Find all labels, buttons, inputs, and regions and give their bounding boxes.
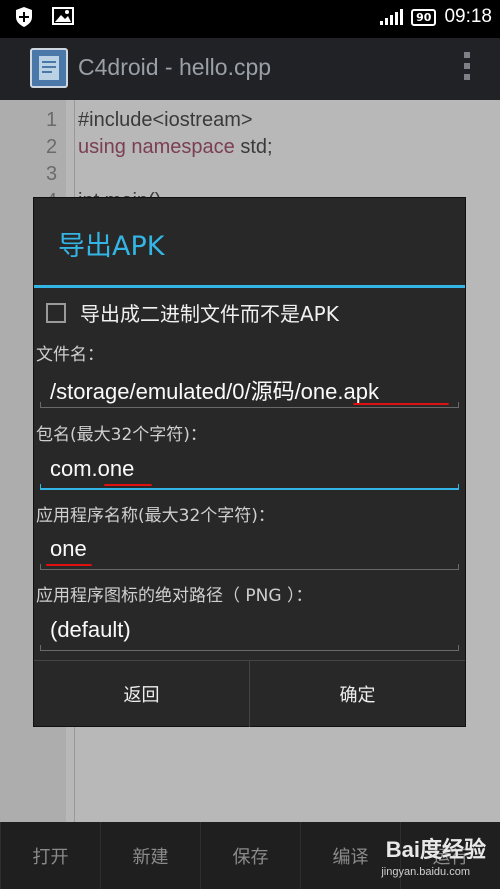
export-apk-dialog: 导出APK 导出成二进制文件而不是APK 文件名： /storage/emula…: [34, 198, 465, 727]
back-button[interactable]: 返回: [34, 661, 249, 727]
filename-field[interactable]: /storage/emulated/0/源码/one.apk: [40, 368, 459, 408]
clock: 09:18: [444, 6, 492, 27]
app-title: C4droid - hello.cpp: [78, 54, 272, 80]
status-bar: 90 09:18: [0, 0, 500, 38]
app-name-field[interactable]: one: [40, 530, 459, 570]
app-name-label: 应用程序名称(最大32个字符)：: [36, 506, 275, 526]
image-icon: [52, 6, 74, 32]
action-bar: C4droid - hello.cpp: [0, 38, 500, 100]
overflow-menu-icon[interactable]: [464, 52, 470, 80]
dialog-button-bar: 返回 确定: [34, 660, 465, 727]
annotation-underline: [104, 484, 152, 486]
code-line: 2 using namespace std;: [46, 136, 273, 158]
export-binary-label: 导出成二进制文件而不是APK: [80, 302, 339, 326]
dialog-title: 导出APK: [58, 231, 165, 262]
battery-icon: 90: [411, 8, 437, 26]
watermark-logo: Bai度经验: [385, 837, 486, 862]
package-field[interactable]: com.one: [40, 450, 459, 490]
signal-icon: [380, 9, 404, 25]
code-line: 1 #include<iostream>: [46, 109, 253, 131]
export-binary-option[interactable]: 导出成二进制文件而不是APK: [46, 298, 339, 327]
filename-label: 文件名：: [36, 345, 104, 365]
package-label: 包名(最大32个字符)：: [36, 425, 207, 445]
save-button[interactable]: 保存: [200, 822, 300, 889]
watermark-url: jingyan.baidu.com: [381, 866, 470, 878]
icon-path-field[interactable]: (default): [40, 611, 459, 651]
annotation-underline: [46, 564, 92, 566]
icon-path-label: 应用程序图标的绝对路径（ PNG ）：: [36, 586, 313, 606]
shield-plus-icon: [14, 6, 34, 32]
open-button[interactable]: 打开: [0, 822, 100, 889]
export-binary-checkbox[interactable]: [46, 302, 66, 323]
title-divider: [34, 285, 465, 288]
new-button[interactable]: 新建: [100, 822, 200, 889]
confirm-button[interactable]: 确定: [249, 661, 465, 727]
annotation-underline: [353, 403, 449, 405]
app-icon: [30, 48, 68, 88]
code-line: 3: [46, 163, 58, 185]
